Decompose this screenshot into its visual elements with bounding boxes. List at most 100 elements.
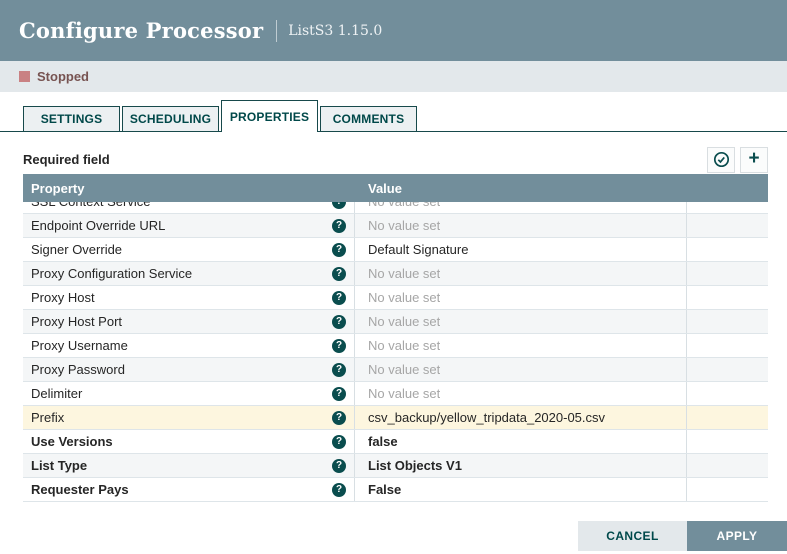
row-extra-cell (687, 214, 768, 237)
value-cell[interactable]: No value set (355, 310, 687, 333)
property-name: List Type (31, 458, 87, 473)
add-property-button[interactable]: + (740, 147, 768, 173)
tab-properties[interactable]: PROPERTIES (221, 100, 318, 132)
dialog-title: Configure Processor (19, 18, 263, 43)
table-row[interactable]: Proxy Host ? No value set (23, 286, 768, 310)
tab-scheduling[interactable]: SCHEDULING (122, 106, 219, 132)
table-row[interactable]: SSL Context Service ? No value set (23, 202, 768, 214)
row-extra-cell (687, 478, 768, 501)
help-icon[interactable]: ? (332, 202, 346, 209)
stopped-status-icon (19, 71, 30, 82)
help-icon[interactable]: ? (332, 291, 346, 305)
row-extra-cell (687, 310, 768, 333)
property-value: No value set (368, 386, 440, 401)
property-name: Requester Pays (31, 482, 129, 497)
help-icon[interactable]: ? (332, 267, 346, 281)
tab-settings[interactable]: SETTINGS (23, 106, 120, 132)
table-row[interactable]: Prefix ? csv_backup/yellow_tripdata_2020… (23, 406, 768, 430)
table-row[interactable]: Proxy Username ? No value set (23, 334, 768, 358)
property-value: No value set (368, 338, 440, 353)
value-cell[interactable]: No value set (355, 262, 687, 285)
row-extra-cell (687, 262, 768, 285)
property-value: Default Signature (368, 242, 468, 257)
property-value: False (368, 482, 401, 497)
check-circle-icon (713, 151, 730, 168)
property-value: List Objects V1 (368, 458, 462, 473)
value-cell[interactable]: No value set (355, 358, 687, 381)
help-icon[interactable]: ? (332, 435, 346, 449)
table-row[interactable]: Proxy Host Port ? No value set (23, 310, 768, 334)
properties-table: Property Value SSL Context Service ? No … (23, 174, 768, 502)
tab-label: COMMENTS (333, 112, 405, 126)
tab-comments[interactable]: COMMENTS (320, 106, 417, 132)
apply-button[interactable]: APPLY (687, 521, 787, 551)
clipped-row-wrap: SSL Context Service ? No value set (23, 202, 768, 214)
column-header-property: Property (23, 181, 355, 196)
property-name: Proxy Configuration Service (31, 266, 192, 281)
table-header: Property Value (23, 174, 768, 202)
property-name: Proxy Password (31, 362, 125, 377)
property-name: Signer Override (31, 242, 122, 257)
value-cell[interactable]: csv_backup/yellow_tripdata_2020-05.csv (355, 406, 687, 429)
row-extra-cell (687, 430, 768, 453)
property-name: Proxy Host Port (31, 314, 122, 329)
table-row[interactable]: Use Versions ? false (23, 430, 768, 454)
table-row[interactable]: Proxy Password ? No value set (23, 358, 768, 382)
property-value: csv_backup/yellow_tripdata_2020-05.csv (368, 410, 605, 425)
property-value: No value set (368, 266, 440, 281)
status-label: Stopped (37, 69, 89, 84)
property-name: Use Versions (31, 434, 113, 449)
required-field-label: Required field (23, 152, 110, 167)
table-row[interactable]: List Type ? List Objects V1 (23, 454, 768, 478)
property-value: No value set (368, 362, 440, 377)
column-header-value: Value (355, 181, 687, 196)
help-icon[interactable]: ? (332, 219, 346, 233)
help-icon[interactable]: ? (332, 459, 346, 473)
value-cell[interactable]: No value set (355, 286, 687, 309)
property-name: SSL Context Service (31, 202, 150, 209)
row-extra-cell (687, 454, 768, 477)
table-row[interactable]: Delimiter ? No value set (23, 382, 768, 406)
row-extra-cell (687, 406, 768, 429)
value-cell[interactable]: Default Signature (355, 238, 687, 261)
property-value: No value set (368, 218, 440, 233)
table-body: Endpoint Override URL ? No value set Sig… (23, 214, 768, 502)
help-icon[interactable]: ? (332, 363, 346, 377)
tab-label: SETTINGS (41, 112, 103, 126)
property-value: No value set (368, 202, 440, 209)
value-cell[interactable]: false (355, 430, 687, 453)
configure-processor-dialog: Configure Processor ListS3 1.15.0 Stoppe… (0, 0, 787, 554)
value-cell[interactable]: List Objects V1 (355, 454, 687, 477)
row-extra-cell (687, 334, 768, 357)
table-row[interactable]: Signer Override ? Default Signature (23, 238, 768, 262)
help-icon[interactable]: ? (332, 243, 346, 257)
properties-toolbar: Required field + (0, 132, 787, 174)
value-cell[interactable]: No value set (355, 214, 687, 237)
cancel-button[interactable]: CANCEL (578, 521, 687, 551)
value-cell[interactable]: No value set (355, 382, 687, 405)
property-name: Delimiter (31, 386, 82, 401)
property-value: No value set (368, 290, 440, 305)
help-icon[interactable]: ? (332, 339, 346, 353)
property-value: No value set (368, 314, 440, 329)
value-cell[interactable]: No value set (355, 202, 687, 213)
table-row[interactable]: Endpoint Override URL ? No value set (23, 214, 768, 238)
processor-name-version: ListS3 1.15.0 (288, 23, 382, 39)
value-cell[interactable]: False (355, 478, 687, 501)
property-name: Prefix (31, 410, 64, 425)
status-bar: Stopped (0, 61, 787, 92)
row-extra-cell (687, 202, 768, 213)
tab-label: PROPERTIES (230, 110, 309, 124)
table-row[interactable]: Proxy Configuration Service ? No value s… (23, 262, 768, 286)
table-row[interactable]: Requester Pays ? False (23, 478, 768, 502)
help-icon[interactable]: ? (332, 483, 346, 497)
title-separator (276, 20, 277, 42)
property-name: Endpoint Override URL (31, 218, 165, 233)
value-cell[interactable]: No value set (355, 334, 687, 357)
help-icon[interactable]: ? (332, 411, 346, 425)
help-icon[interactable]: ? (332, 387, 346, 401)
dialog-footer: CANCEL APPLY (0, 521, 787, 551)
verify-properties-button[interactable] (707, 147, 735, 173)
property-name: Proxy Host (31, 290, 95, 305)
help-icon[interactable]: ? (332, 315, 346, 329)
